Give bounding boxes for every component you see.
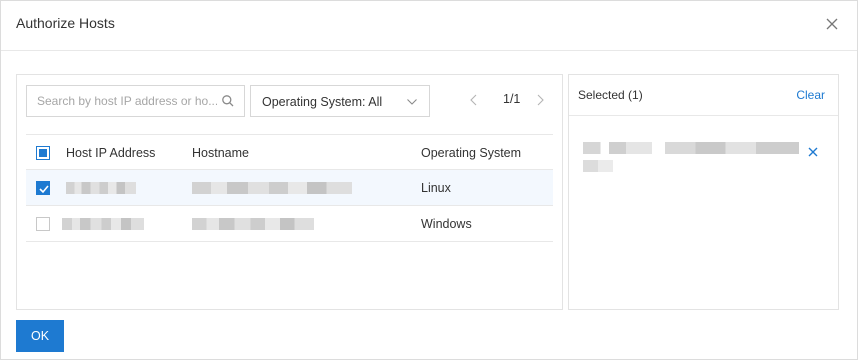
selected-host-redacted	[583, 142, 799, 154]
check-icon	[39, 185, 49, 194]
select-all-checkbox[interactable]	[36, 146, 50, 160]
search-box[interactable]	[26, 85, 245, 117]
remove-icon[interactable]	[807, 146, 819, 158]
table-row[interactable]: Windows	[26, 206, 553, 242]
column-header-hostname: Hostname	[192, 146, 249, 160]
table-header: Host IP Address Hostname Operating Syste…	[26, 134, 553, 170]
chevron-left-icon[interactable]	[467, 91, 481, 109]
hostname-redacted	[192, 218, 314, 230]
hostname-redacted	[192, 182, 352, 194]
pagination: 1/1	[467, 89, 547, 111]
host-ip-redacted	[66, 182, 136, 194]
column-header-ip: Host IP Address	[66, 146, 156, 160]
row-checkbox[interactable]	[36, 217, 50, 231]
ok-button[interactable]: OK	[16, 320, 64, 352]
clear-link[interactable]: Clear	[796, 88, 825, 102]
dialog-header: Authorize Hosts	[1, 1, 857, 51]
dialog-title: Authorize Hosts	[16, 15, 115, 31]
host-list-panel: Operating System: All 1/1 Host IP Addres…	[16, 74, 563, 310]
table-row[interactable]: Linux	[26, 170, 553, 206]
os-cell: Linux	[421, 181, 451, 195]
selected-panel: Selected (1) Clear	[568, 74, 839, 310]
search-input[interactable]	[27, 86, 217, 116]
column-header-os: Operating System	[421, 146, 522, 160]
selected-count: Selected (1)	[578, 88, 643, 102]
os-cell: Windows	[421, 217, 472, 231]
os-filter-select[interactable]: Operating System: All	[250, 85, 430, 117]
chevron-down-icon	[406, 96, 418, 108]
host-ip-redacted	[62, 218, 144, 230]
search-icon[interactable]	[221, 94, 235, 108]
selected-host-redacted-line2	[583, 160, 613, 172]
page-indicator: 1/1	[503, 92, 521, 106]
os-filter-value: Operating System: All	[262, 95, 383, 109]
selected-header: Selected (1) Clear	[569, 75, 838, 116]
row-checkbox[interactable]	[36, 181, 50, 195]
selected-host-item	[583, 140, 803, 180]
authorize-hosts-dialog: Authorize Hosts Operating System: All 1/…	[0, 0, 858, 360]
chevron-right-icon[interactable]	[533, 91, 547, 109]
close-icon[interactable]	[821, 13, 843, 35]
